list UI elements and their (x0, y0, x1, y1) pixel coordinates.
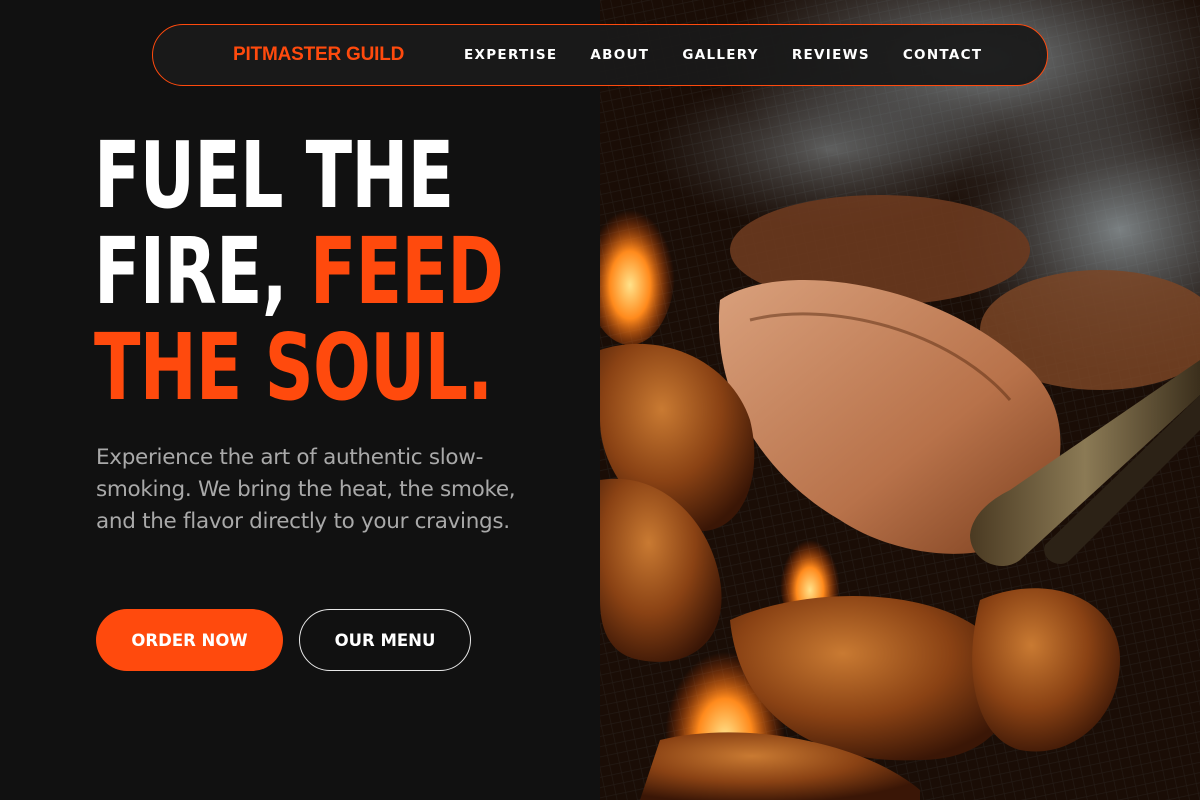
headline-line-3: THE SOUL. (94, 314, 493, 421)
nav-item-expertise[interactable]: EXPERTISE (464, 47, 557, 63)
grilled-meat-photo (600, 0, 1200, 800)
landing-page: PITMASTER GUILD EXPERTISE ABOUT GALLERY … (0, 0, 1200, 800)
main-navbar: PITMASTER GUILD EXPERTISE ABOUT GALLERY … (152, 24, 1048, 86)
order-now-button[interactable]: ORDER NOW (96, 609, 283, 671)
headline-line-2-white: FIRE, (94, 218, 310, 325)
nav-links: EXPERTISE ABOUT GALLERY REVIEWS CONTACT (464, 25, 1015, 85)
brand-logo[interactable]: PITMASTER GUILD (233, 25, 404, 85)
nav-item-about[interactable]: ABOUT (590, 47, 649, 63)
nav-item-reviews[interactable]: REVIEWS (792, 47, 870, 63)
headline-line-2-accent: FEED (309, 218, 504, 325)
nav-item-contact[interactable]: CONTACT (903, 47, 983, 63)
headline-line-1: FUEL THE (94, 122, 454, 229)
hero-image (600, 0, 1200, 800)
nav-item-gallery[interactable]: GALLERY (682, 47, 759, 63)
our-menu-button[interactable]: OUR MENU (299, 609, 471, 671)
hero-description: Experience the art of authentic slow-smo… (96, 445, 516, 534)
hero-headline: FUEL THE FIRE, FEED THE SOUL. (94, 128, 504, 416)
